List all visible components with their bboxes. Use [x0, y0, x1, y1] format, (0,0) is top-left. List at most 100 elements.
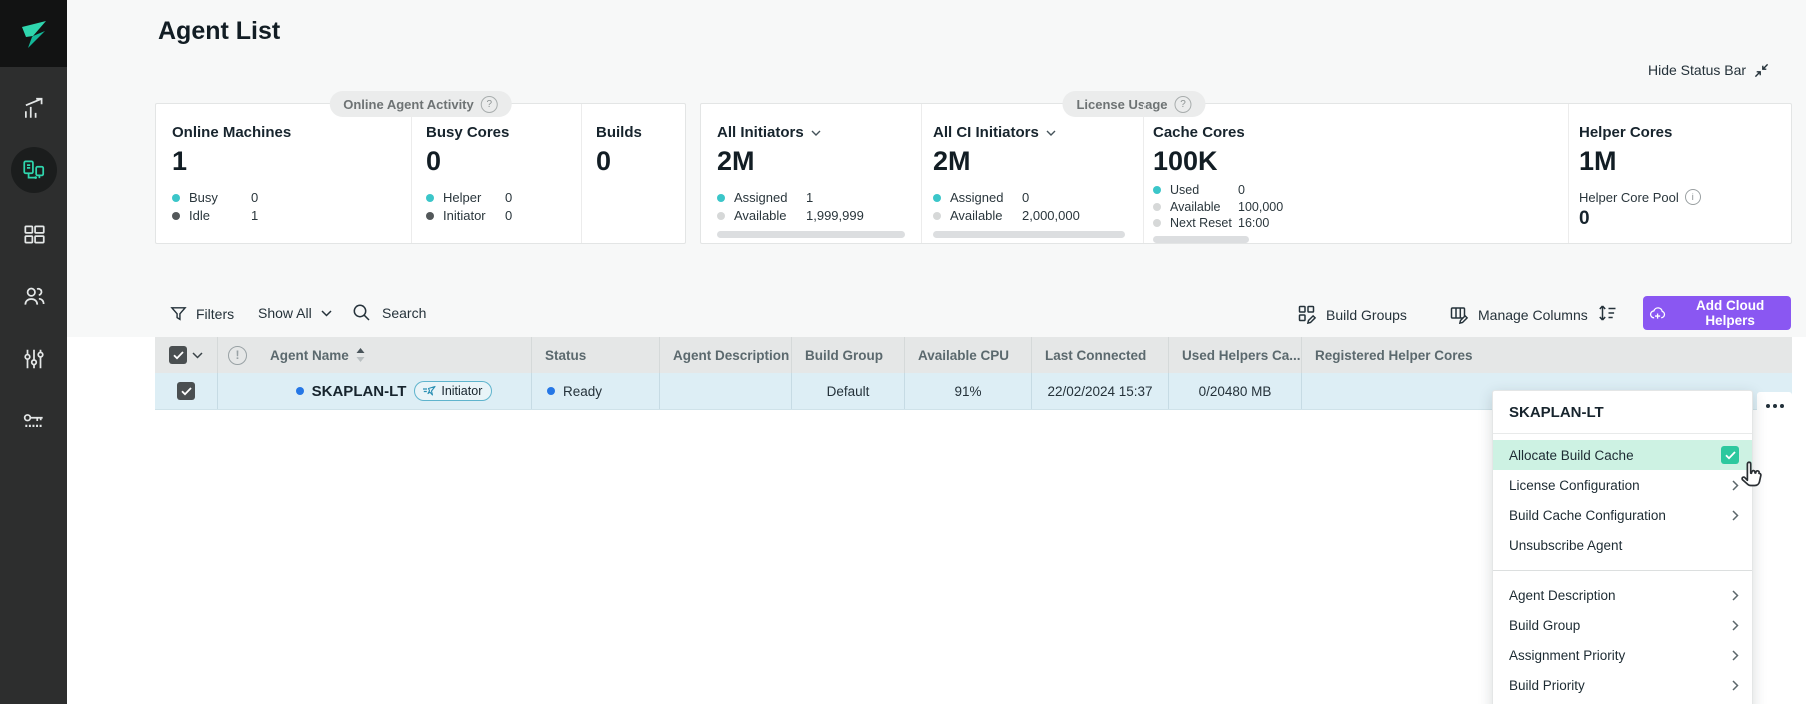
column-header-last-connected[interactable]: Last Connected: [1031, 337, 1168, 373]
column-header-status[interactable]: Status: [531, 337, 659, 373]
page-title: Agent List: [158, 17, 280, 46]
chevron-right-icon: [1732, 590, 1739, 601]
column-header-agent-name[interactable]: Agent Name: [257, 337, 531, 373]
search-button[interactable]: Search: [352, 303, 426, 322]
sidebar-item-build-groups[interactable]: [0, 221, 67, 247]
legend-value: 1,999,999: [806, 208, 864, 223]
column-label: Status: [545, 348, 586, 363]
build-groups-button[interactable]: Build Groups: [1298, 305, 1407, 324]
sidebar-item-settings[interactable]: [0, 346, 67, 372]
chevron-right-icon: [1732, 620, 1739, 631]
hide-status-bar-button[interactable]: Hide Status Bar: [1648, 62, 1769, 78]
sidebar: [0, 0, 67, 704]
sort-button[interactable]: [1597, 303, 1617, 323]
select-all-checkbox[interactable]: [169, 346, 187, 364]
insights-chart-icon: [21, 95, 47, 121]
column-header-build-group[interactable]: Build Group: [791, 337, 904, 373]
license-usage-panel: License Usage ? All Initiators 2M Assign…: [700, 103, 1792, 244]
agent-name: SKAPLAN-LT: [312, 383, 407, 400]
legend-value: 100,000: [1238, 200, 1283, 214]
add-cloud-helpers-button[interactable]: Add Cloud Helpers: [1643, 296, 1791, 330]
usage-progress-bar: [717, 231, 905, 238]
sidebar-item-insights[interactable]: [0, 95, 67, 121]
activity-panel-title: Online Agent Activity ?: [329, 91, 512, 117]
divider: [1143, 104, 1144, 243]
menu-item-build-group[interactable]: Build Group: [1493, 610, 1752, 640]
table-header: ! Agent Name Status Agent Description Bu…: [155, 337, 1792, 373]
legend-value: 0: [1238, 183, 1245, 197]
column-header-registered-helper-cores[interactable]: Registered Helper Cores: [1301, 337, 1792, 373]
sidebar-item-agents[interactable]: [0, 147, 67, 193]
stat-legend: Busy0 Idle1: [172, 190, 397, 223]
legend-name: Assigned: [734, 190, 806, 205]
menu-item-license-configuration[interactable]: License Configuration: [1493, 470, 1752, 500]
legend-value: 16:00: [1238, 216, 1269, 230]
column-header-available-cpu[interactable]: Available CPU: [904, 337, 1031, 373]
pool-label: Helper Core Pool: [1579, 190, 1679, 205]
menu-item-label: Build Priority: [1509, 678, 1585, 693]
stat-label: Cache Cores: [1153, 124, 1353, 141]
chevron-down-icon: [321, 310, 332, 317]
sidebar-item-license[interactable]: [0, 408, 67, 434]
idle-dot: [172, 212, 180, 220]
column-label: Agent Name: [270, 348, 349, 363]
help-icon[interactable]: ?: [481, 96, 498, 113]
row-checkbox[interactable]: [177, 382, 195, 400]
online-machines-stat: Online Machines 1 Busy0 Idle1: [172, 124, 397, 223]
row-actions-button[interactable]: [1757, 392, 1792, 420]
legend-value: 0: [505, 190, 512, 205]
chevron-down-icon: [1046, 130, 1056, 136]
legend-value: 2,000,000: [1022, 208, 1080, 223]
selection-menu-chevron-icon[interactable]: [192, 352, 203, 359]
menu-divider: [1493, 570, 1752, 571]
add-cloud-helpers-label: Add Cloud Helpers: [1675, 298, 1785, 328]
busy-dot: [172, 194, 180, 202]
alerts-column-header[interactable]: !: [217, 337, 257, 373]
row-last-connected-cell: 22/02/2024 15:37: [1031, 373, 1168, 409]
stat-legend: Helper0 Initiator0: [426, 190, 566, 223]
menu-item-unsubscribe-agent[interactable]: Unsubscribe Agent: [1493, 530, 1752, 560]
allocate-build-cache-checkbox[interactable]: [1721, 446, 1739, 464]
all-ci-initiators-dropdown[interactable]: All CI Initiators: [933, 124, 1129, 141]
context-menu-list: Allocate Build Cache License Configurati…: [1493, 434, 1752, 700]
chevron-down-icon: [811, 130, 821, 136]
row-build-group-cell: Default: [791, 373, 904, 409]
all-ci-initiators-stat: All CI Initiators 2M Assigned0 Available…: [933, 124, 1129, 238]
menu-item-label: Assignment Priority: [1509, 648, 1625, 663]
column-label: Last Connected: [1045, 348, 1146, 363]
help-icon[interactable]: ?: [1175, 96, 1192, 113]
app-logo[interactable]: [0, 0, 67, 67]
column-header-agent-description[interactable]: Agent Description: [659, 337, 791, 373]
builds-stat: Builds 0: [596, 124, 676, 177]
filters-label: Filters: [196, 306, 234, 322]
chevron-right-icon: [1732, 680, 1739, 691]
stat-value: 1: [172, 146, 397, 177]
stat-value: 2M: [717, 146, 909, 177]
menu-item-label: Agent Description: [1509, 588, 1616, 603]
info-icon[interactable]: i: [1685, 189, 1701, 205]
sidebar-item-users[interactable]: [0, 283, 67, 309]
stat-label: Online Machines: [172, 124, 397, 141]
manage-columns-edit-icon: [1450, 305, 1469, 324]
license-panel-title-label: License Usage: [1076, 97, 1167, 112]
column-header-used-helpers[interactable]: Used Helpers Ca...: [1168, 337, 1301, 373]
menu-item-assignment-priority[interactable]: Assignment Priority: [1493, 640, 1752, 670]
menu-item-label: License Configuration: [1509, 478, 1640, 493]
manage-columns-button[interactable]: Manage Columns: [1450, 305, 1588, 324]
all-initiators-dropdown[interactable]: All Initiators: [717, 124, 909, 141]
menu-item-agent-description[interactable]: Agent Description: [1493, 580, 1752, 610]
menu-item-build-cache-configuration[interactable]: Build Cache Configuration: [1493, 500, 1752, 530]
all-initiators-stat: All Initiators 2M Assigned1 Available1,9…: [717, 124, 909, 238]
filters-button[interactable]: Filters: [170, 305, 234, 322]
online-status-dot: [296, 387, 304, 395]
stat-legend: Assigned1 Available1,999,999: [717, 190, 909, 223]
show-all-dropdown[interactable]: Show All: [258, 305, 332, 321]
legend-value: 1: [251, 208, 258, 223]
menu-item-label: Build Cache Configuration: [1509, 508, 1666, 523]
divider: [411, 104, 412, 243]
menu-item-build-priority[interactable]: Build Priority: [1493, 670, 1752, 700]
divider: [581, 104, 582, 243]
menu-item-allocate-build-cache[interactable]: Allocate Build Cache: [1493, 440, 1752, 470]
select-all-cell: [155, 337, 217, 373]
legend-name: Initiator: [443, 208, 505, 223]
